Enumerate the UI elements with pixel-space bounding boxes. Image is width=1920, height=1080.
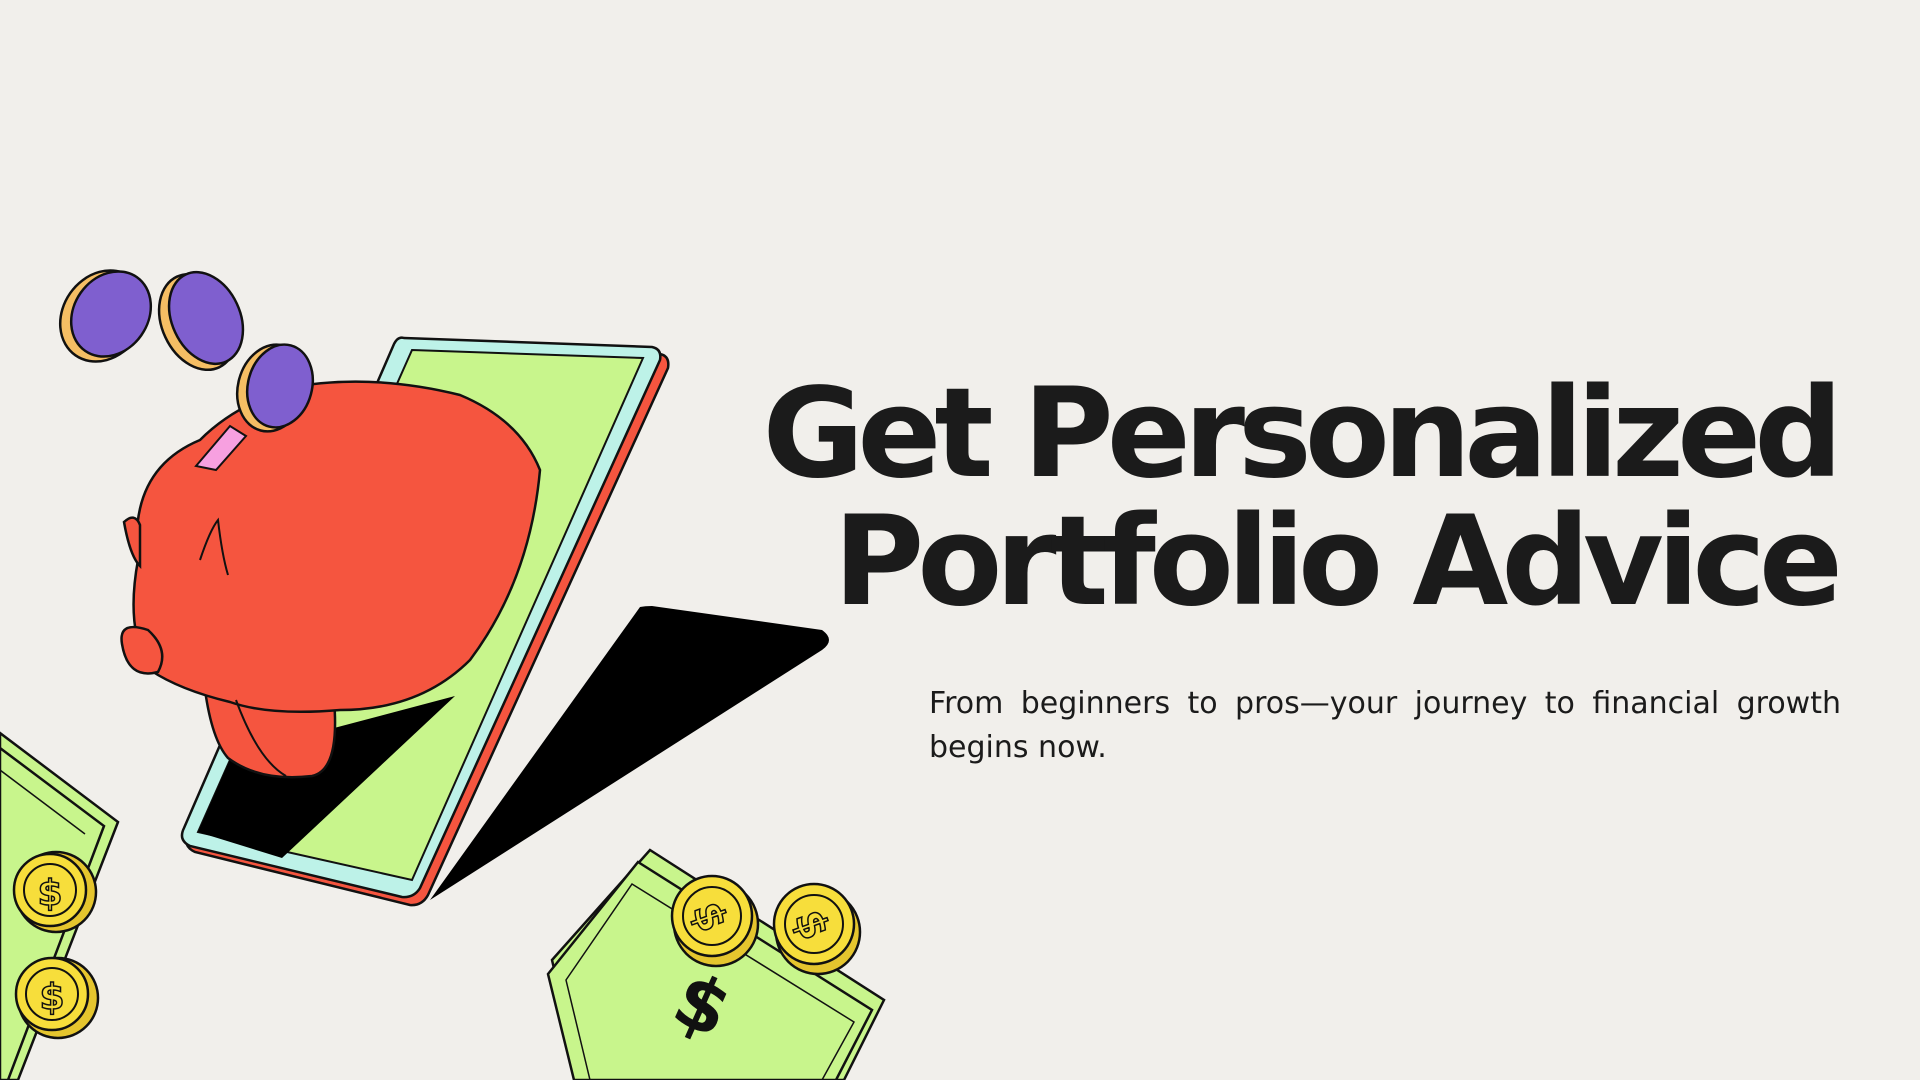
svg-text:$: $	[37, 873, 62, 914]
coin-icon	[157, 270, 245, 372]
subtitle: From beginners to pros—your journey to f…	[929, 686, 1841, 765]
headline-line-1: Get Personalized	[762, 362, 1843, 506]
dollar-coin-icon: $	[12, 850, 98, 934]
dollar-coin-icon: $	[14, 956, 100, 1040]
svg-text:$: $	[39, 977, 64, 1018]
coin-icon	[58, 269, 153, 363]
headline-line-2: Portfolio Advice	[833, 490, 1843, 634]
headline: Get Personalized Portfolio Advice	[736, 362, 1843, 634]
dollar-coin-icon: $	[772, 882, 862, 976]
dollar-coin-icon: $	[670, 874, 760, 968]
